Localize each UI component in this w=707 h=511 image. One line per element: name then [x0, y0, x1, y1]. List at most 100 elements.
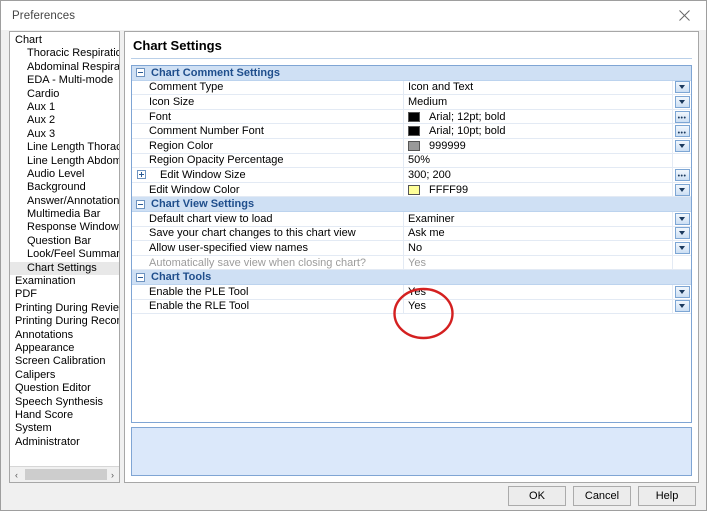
- sidebar-item-aux-3[interactable]: Aux 3: [10, 128, 119, 141]
- property-row[interactable]: Save your chart changes to this chart vi…: [132, 226, 691, 242]
- sidebar-item-chart[interactable]: Chart: [10, 34, 119, 47]
- ok-button[interactable]: OK: [508, 485, 566, 506]
- sidebar-item-cardio[interactable]: Cardio: [10, 88, 119, 101]
- sidebar-item-hand-score[interactable]: Hand Score: [10, 409, 119, 422]
- collapse-icon[interactable]: [136, 68, 145, 78]
- property-editor-cell[interactable]: [673, 285, 691, 299]
- property-editor-cell[interactable]: [673, 95, 691, 109]
- sidebar-item-examination[interactable]: Examination: [10, 275, 119, 288]
- sidebar-item-audio-level[interactable]: Audio Level: [10, 168, 119, 181]
- property-value-cell[interactable]: Yes: [404, 255, 673, 270]
- property-editor-cell[interactable]: [673, 212, 691, 226]
- expand-icon[interactable]: [137, 170, 146, 180]
- property-row[interactable]: Font Arial; 12pt; bold •••: [132, 109, 691, 125]
- sidebar-item-pdf[interactable]: PDF: [10, 288, 119, 301]
- property-value-cell[interactable]: FFFF99: [404, 182, 673, 197]
- property-row[interactable]: Comment Type Icon and Text: [132, 80, 691, 96]
- property-value-cell[interactable]: Arial; 10pt; bold: [404, 124, 673, 138]
- sidebar-item-printing-during-review[interactable]: Printing During Review: [10, 302, 119, 315]
- scroll-thumb[interactable]: [25, 469, 107, 480]
- sidebar-item-speech-synthesis[interactable]: Speech Synthesis: [10, 396, 119, 409]
- property-editor-cell[interactable]: •••: [673, 110, 691, 124]
- sidebar-horizontal-scrollbar[interactable]: ‹ ›: [10, 466, 119, 482]
- property-value-cell[interactable]: Icon and Text: [404, 80, 673, 95]
- sidebar-item-eda-multi-mode[interactable]: EDA - Multi-mode: [10, 74, 119, 87]
- property-value-cell[interactable]: Yes: [404, 284, 673, 299]
- sidebar-item-aux-1[interactable]: Aux 1: [10, 101, 119, 114]
- property-editor-cell[interactable]: •••: [673, 168, 691, 182]
- property-value-cell[interactable]: Ask me: [404, 226, 673, 241]
- chevron-down-icon[interactable]: [674, 81, 690, 94]
- sidebar-item-printing-during-recording[interactable]: Printing During Recording: [10, 315, 119, 328]
- sidebar-item-background[interactable]: Background: [10, 181, 119, 194]
- help-button[interactable]: Help: [638, 485, 696, 506]
- property-value-cell[interactable]: 999999: [404, 138, 673, 153]
- sidebar-item-response-window[interactable]: Response Window: [10, 221, 119, 234]
- sidebar-item-question-bar[interactable]: Question Bar: [10, 235, 119, 248]
- property-editor-cell[interactable]: [673, 183, 691, 197]
- sidebar-item-screen-calibration[interactable]: Screen Calibration: [10, 355, 119, 368]
- collapse-icon[interactable]: [136, 199, 145, 209]
- property-editor-cell[interactable]: [673, 139, 691, 153]
- property-value-cell[interactable]: Arial; 12pt; bold: [404, 109, 673, 124]
- property-row[interactable]: Icon Size Medium: [132, 95, 691, 110]
- sidebar-item-look-feel-summary[interactable]: Look/Feel Summary: [10, 248, 119, 261]
- chevron-down-icon[interactable]: [674, 139, 690, 152]
- property-editor-cell[interactable]: [673, 227, 691, 241]
- property-category-row[interactable]: Chart View Settings: [132, 197, 691, 212]
- sidebar-item-system[interactable]: System: [10, 422, 119, 435]
- ellipsis-icon[interactable]: •••: [674, 168, 690, 181]
- property-row[interactable]: Allow user-specified view names No: [132, 241, 691, 256]
- property-row[interactable]: Region Opacity Percentage 50%: [132, 153, 691, 169]
- ellipsis-icon[interactable]: •••: [674, 125, 690, 138]
- sidebar-item-annotations[interactable]: Annotations: [10, 329, 119, 342]
- property-value-cell[interactable]: No: [404, 241, 673, 255]
- sidebar-list[interactable]: Chart Thoracic Respiration Abdominal Respi…: [10, 32, 119, 466]
- property-value-cell[interactable]: Medium: [404, 95, 673, 109]
- property-editor-cell[interactable]: [673, 241, 691, 255]
- property-editor-cell[interactable]: [673, 300, 691, 314]
- property-editor-cell[interactable]: •••: [673, 124, 691, 138]
- property-value-cell[interactable]: Examiner: [404, 211, 673, 226]
- property-value-cell[interactable]: 50%: [404, 153, 673, 168]
- close-icon[interactable]: [662, 1, 706, 30]
- chevron-down-icon[interactable]: [674, 212, 690, 225]
- property-row[interactable]: Region Color 999999: [132, 138, 691, 154]
- scroll-right-arrow-icon[interactable]: ›: [106, 468, 119, 481]
- property-value-cell[interactable]: 300; 200: [404, 168, 673, 182]
- scroll-track[interactable]: [23, 468, 107, 481]
- property-row[interactable]: Comment Number Font Arial; 10pt; bold •••: [132, 124, 691, 139]
- property-row[interactable]: Automatically save view when closing cha…: [132, 255, 691, 271]
- sidebar-item-multimedia-bar[interactable]: Multimedia Bar: [10, 208, 119, 221]
- sidebar-item-question-editor[interactable]: Question Editor: [10, 382, 119, 395]
- property-category-row[interactable]: Chart Comment Settings: [132, 66, 691, 81]
- scroll-left-arrow-icon[interactable]: ‹: [10, 468, 23, 481]
- sidebar-item-chart-settings[interactable]: Chart Settings: [10, 261, 119, 276]
- sidebar-item-calipers[interactable]: Calipers: [10, 369, 119, 382]
- sidebar-item-appearance[interactable]: Appearance: [10, 342, 119, 355]
- chevron-down-icon[interactable]: [674, 183, 690, 196]
- collapse-icon[interactable]: [136, 272, 145, 282]
- sidebar-item-administrator[interactable]: Administrator: [10, 436, 119, 449]
- property-value-cell[interactable]: Yes: [404, 299, 673, 314]
- property-row[interactable]: Edit Window Color FFFF99: [132, 182, 691, 198]
- cancel-button[interactable]: Cancel: [573, 485, 631, 506]
- chevron-down-icon[interactable]: [674, 300, 690, 313]
- chevron-down-icon[interactable]: [674, 241, 690, 254]
- property-row[interactable]: Enable the RLE Tool Yes: [132, 299, 691, 315]
- sidebar-item-thoracic-respiration[interactable]: Thoracic Respiration: [10, 47, 119, 60]
- chevron-down-icon[interactable]: [674, 285, 690, 298]
- property-editor-cell[interactable]: [673, 81, 691, 95]
- property-row[interactable]: Default chart view to load Examiner: [132, 211, 691, 227]
- ellipsis-icon[interactable]: •••: [674, 110, 690, 123]
- sidebar-item-line-length-abdominal[interactable]: Line Length Abdominal: [10, 155, 119, 168]
- sidebar-item-line-length-thoracic[interactable]: Line Length Thoracic: [10, 141, 119, 154]
- sidebar-item-answer-annotation-line[interactable]: Answer/Annotation Line: [10, 195, 119, 208]
- property-grid[interactable]: Chart Comment Settings Comment Type Icon a…: [131, 65, 692, 423]
- sidebar-item-abdominal-respiration[interactable]: Abdominal Respiration: [10, 61, 119, 74]
- property-row[interactable]: Edit Window Size 300; 200 •••: [132, 168, 691, 183]
- chevron-down-icon[interactable]: [674, 227, 690, 240]
- chevron-down-icon[interactable]: [674, 95, 690, 108]
- property-category-row[interactable]: Chart Tools: [132, 270, 691, 285]
- sidebar-item-aux-2[interactable]: Aux 2: [10, 114, 119, 127]
